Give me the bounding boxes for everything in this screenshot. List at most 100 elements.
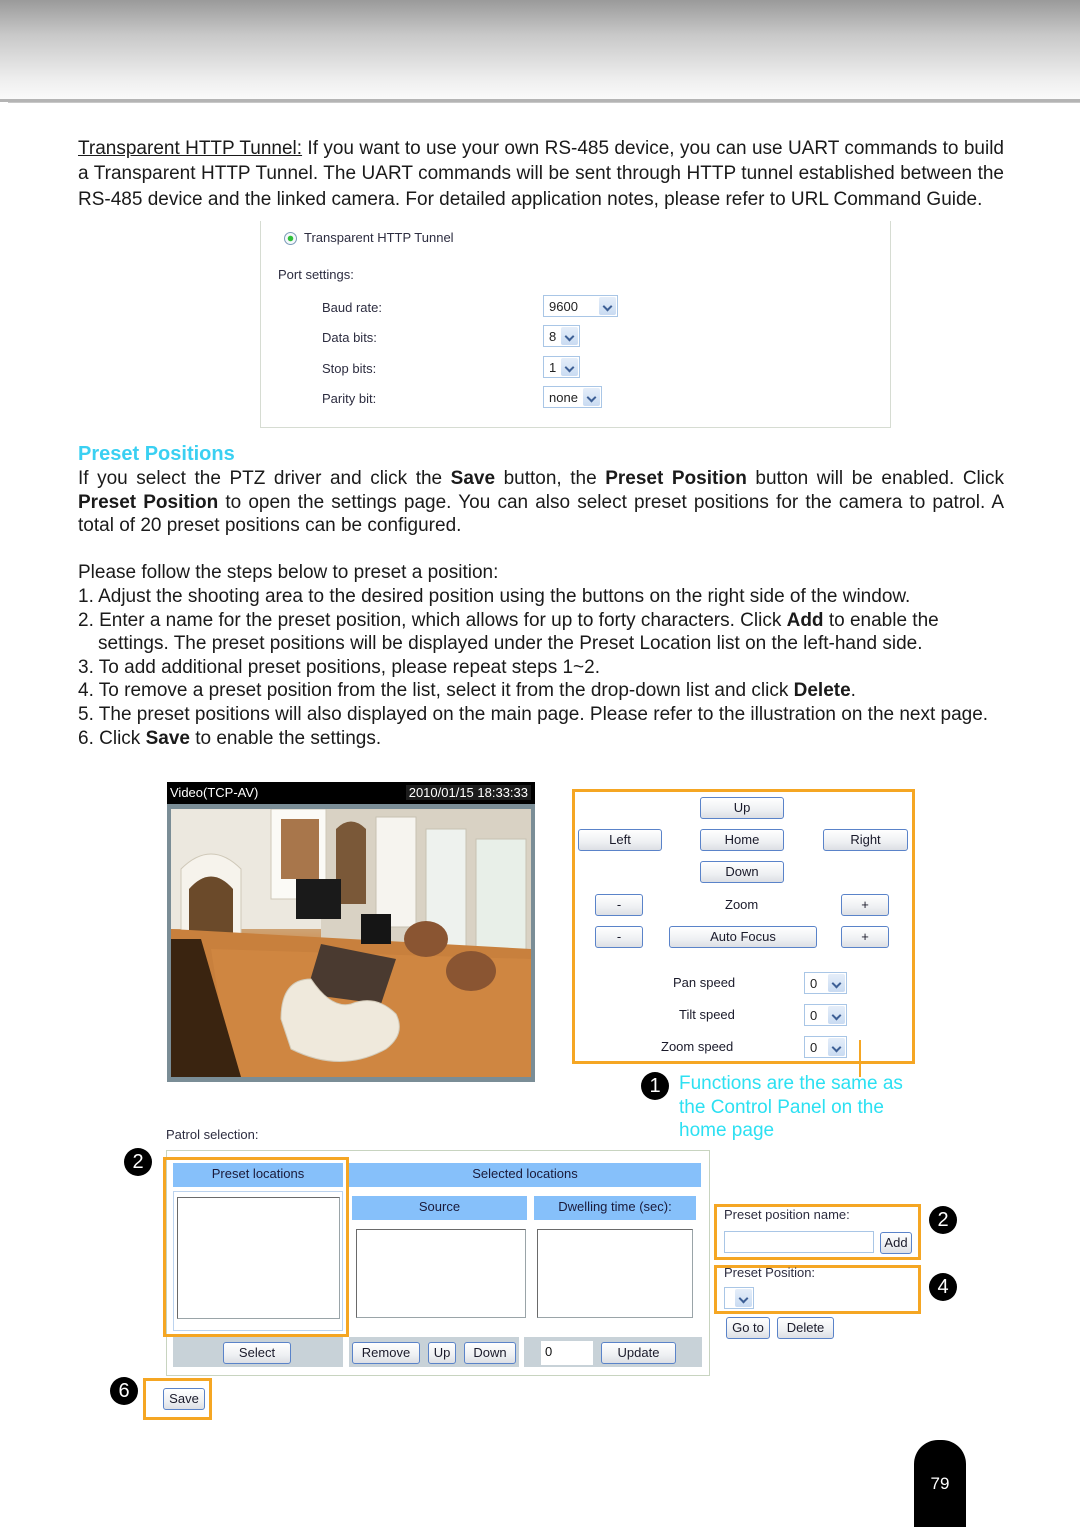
save-button[interactable]: Save (163, 1388, 205, 1410)
preset-name-input[interactable] (724, 1231, 874, 1253)
transparent-tunnel-radio[interactable] (284, 232, 297, 245)
video-viewer: Video(TCP-AV) 2010/01/15 18:33:33 (167, 782, 535, 1082)
intro-paragraph: Transparent HTTP Tunnel: If you want to … (78, 136, 1004, 212)
data-bits-label: Data bits: (322, 330, 377, 345)
source-list[interactable] (356, 1229, 526, 1318)
parity-bit-label: Parity bit: (322, 391, 377, 406)
header-rule-thin (8, 102, 1080, 103)
chevron-down-icon (583, 388, 600, 406)
chevron-down-icon (561, 358, 578, 376)
chevron-down-icon (828, 1006, 845, 1024)
bold-run: Save (145, 727, 190, 749)
add-button[interactable]: Add (880, 1232, 912, 1254)
preset-position-label: Preset Position: (724, 1265, 816, 1280)
page-number-tab: 79 (914, 1440, 966, 1527)
update-button[interactable]: Update (601, 1342, 676, 1364)
baud-rate-select[interactable]: 9600 (543, 295, 618, 317)
parity-bit-select[interactable]: none (543, 386, 602, 408)
text-run: 2. Enter a name for the preset position,… (78, 609, 787, 631)
text-run: . (850, 680, 856, 702)
callout-text: Functions are the same as the Control Pa… (679, 1073, 903, 1141)
bold-run: Delete (793, 680, 851, 702)
step-item: 3. To add additional preset positions, p… (78, 656, 1004, 680)
page-number: 79 (930, 1474, 950, 1493)
auto-focus-button[interactable]: Auto Focus (669, 926, 817, 948)
tilt-up-button[interactable]: Up (700, 797, 784, 819)
dwelling-time-header: Dwelling time (sec): (534, 1196, 696, 1220)
zoom-out-button[interactable]: - (595, 894, 643, 916)
zoom-label: Zoom (725, 897, 759, 912)
zoom-speed-label: Zoom speed (661, 1039, 734, 1054)
dwelling-time-input[interactable]: 0 (541, 1341, 593, 1365)
pan-speed-select[interactable]: 0 (804, 972, 847, 994)
step-badge-4: 4 (929, 1273, 957, 1301)
tilt-down-button[interactable]: Down (700, 861, 784, 883)
patrol-selection-label: Patrol selection: (166, 1127, 259, 1142)
stop-bits-value: 1 (549, 360, 557, 375)
stop-bits-select[interactable]: 1 (543, 356, 580, 378)
focus-near-button[interactable]: - (595, 926, 643, 948)
text-run: 3. To add additional preset positions, p… (78, 656, 600, 678)
pan-right-button[interactable]: Right (823, 829, 908, 851)
stop-bits-label: Stop bits: (322, 361, 377, 376)
zoom-speed-select[interactable]: 0 (804, 1036, 847, 1058)
callout-badge-1: 1 (641, 1072, 669, 1100)
dwelling-time-list[interactable] (537, 1229, 693, 1318)
source-header: Source (352, 1196, 527, 1220)
text-run: If you select the PTZ driver and click t… (78, 468, 451, 489)
preset-name-label: Preset position name: (724, 1207, 850, 1222)
select-button[interactable]: Select (223, 1342, 291, 1364)
chevron-down-icon (735, 1289, 752, 1307)
text-run: 6. Click (78, 727, 146, 749)
text-run: button, the (495, 468, 606, 489)
move-down-button[interactable]: Down (464, 1342, 516, 1364)
zoom-speed-value: 0 (810, 1040, 818, 1055)
bold-run: Preset Position (78, 491, 219, 513)
chevron-down-icon (828, 974, 845, 992)
step-item: 4. To remove a preset position from the … (78, 679, 1004, 703)
video-title: Video(TCP-AV) (170, 785, 259, 800)
selected-locations-header: Selected locations (349, 1163, 701, 1187)
tilt-speed-value: 0 (810, 1008, 818, 1023)
intro-link-text: Transparent HTTP Tunnel: (78, 138, 303, 159)
zoom-in-button[interactable]: + (841, 894, 889, 916)
data-bits-select[interactable]: 8 (543, 325, 580, 347)
ptz-control-panel: Up Left Home Right Down - Zoom + - Auto … (572, 789, 915, 1064)
text-run: 4. To remove a preset position from the … (78, 680, 794, 702)
port-settings-label: Port settings: (278, 267, 354, 282)
baud-rate-value: 9600 (549, 299, 578, 314)
step-item: 1. Adjust the shooting area to the desir… (78, 585, 1004, 609)
video-title-bar: Video(TCP-AV) 2010/01/15 18:33:33 (167, 782, 535, 804)
room-scene-image (171, 809, 531, 1077)
focus-far-button[interactable]: + (841, 926, 889, 948)
step-badge-6: 6 (110, 1377, 138, 1405)
text-run: 1. Adjust the shooting area to the desir… (78, 586, 911, 607)
step-item: 5. The preset positions will also displa… (78, 703, 1004, 727)
bold-run: Preset Position (605, 468, 747, 489)
preset-intro-paragraph: If you select the PTZ driver and click t… (78, 467, 1004, 538)
step-badge-2-right: 2 (929, 1206, 957, 1234)
text-run: 5. The preset positions will also displa… (78, 703, 989, 725)
video-timestamp: 2010/01/15 18:33:33 (405, 785, 531, 800)
move-up-button[interactable]: Up (428, 1342, 456, 1364)
tunnel-settings-panel: Transparent HTTP Tunnel Port settings: B… (260, 221, 891, 428)
steps-intro: Please follow the steps below to preset … (78, 562, 499, 583)
delete-button[interactable]: Delete (777, 1317, 834, 1339)
remove-button[interactable]: Remove (352, 1342, 420, 1364)
step-item: 6. Click Save to enable the settings. (78, 727, 1004, 751)
section-title: Preset Positions (78, 443, 235, 465)
chevron-down-icon (828, 1038, 845, 1056)
parity-bit-value: none (549, 390, 578, 405)
tunnel-radio-label: Transparent HTTP Tunnel (304, 230, 454, 245)
text-run: to enable the settings. (189, 727, 382, 749)
step-badge-2: 2 (124, 1148, 152, 1176)
pan-speed-value: 0 (810, 976, 818, 991)
go-to-button[interactable]: Go to (726, 1317, 770, 1339)
highlight-preset-locations (163, 1157, 349, 1337)
pan-left-button[interactable]: Left (578, 829, 662, 851)
preset-position-select[interactable] (724, 1287, 754, 1309)
step-item: 2. Enter a name for the preset position,… (78, 609, 1004, 656)
tilt-speed-select[interactable]: 0 (804, 1004, 847, 1026)
camera-live-image[interactable] (171, 809, 531, 1077)
home-button[interactable]: Home (700, 829, 784, 851)
